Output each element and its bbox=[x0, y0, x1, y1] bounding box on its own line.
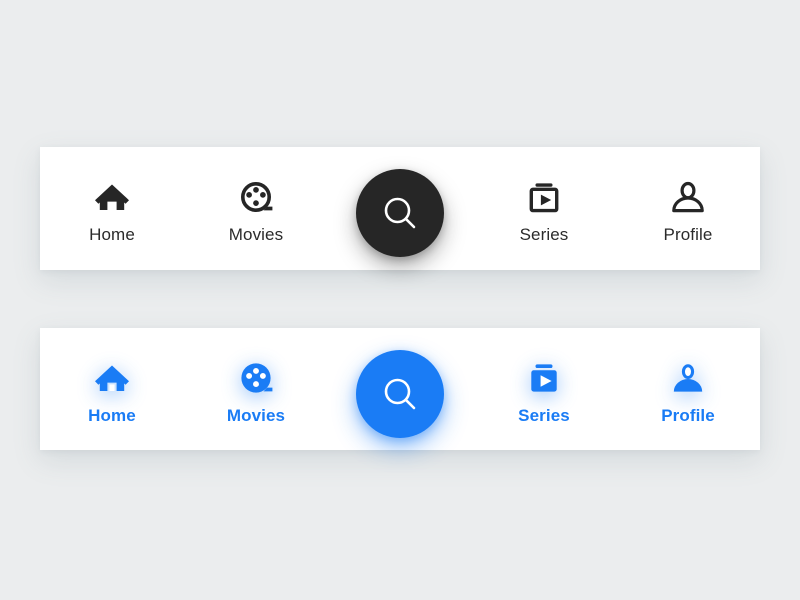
tab-label: Profile bbox=[661, 406, 715, 425]
search-button[interactable] bbox=[356, 169, 444, 257]
film-reel-icon bbox=[236, 177, 276, 217]
home-icon bbox=[92, 177, 132, 217]
search-icon bbox=[377, 371, 423, 417]
search-button[interactable] bbox=[356, 350, 444, 438]
tab-label: Home bbox=[89, 225, 135, 244]
tab-movies-dark[interactable]: Movies bbox=[184, 147, 328, 270]
tab-search-blue[interactable] bbox=[328, 328, 472, 450]
tab-label: Movies bbox=[226, 406, 286, 425]
tab-home-blue[interactable]: Home bbox=[40, 328, 184, 450]
tab-movies-blue[interactable]: Movies bbox=[184, 328, 328, 450]
tab-label: Series bbox=[518, 406, 570, 425]
tab-series-blue[interactable]: Series bbox=[472, 328, 616, 450]
tab-home-dark[interactable]: Home bbox=[40, 147, 184, 270]
search-icon bbox=[377, 190, 423, 236]
blue-tabbar: Home Movies Series Profile bbox=[40, 328, 760, 450]
film-reel-icon bbox=[236, 358, 276, 398]
series-icon bbox=[524, 177, 564, 217]
tab-series-dark[interactable]: Series bbox=[472, 147, 616, 270]
tab-profile-blue[interactable]: Profile bbox=[616, 328, 760, 450]
tab-label: Movies bbox=[228, 225, 284, 244]
canvas: Home Movies Series Profile Home Movies S… bbox=[0, 0, 800, 600]
dark-tabbar: Home Movies Series Profile bbox=[40, 147, 760, 270]
series-icon bbox=[524, 358, 564, 398]
tab-search-dark[interactable] bbox=[328, 147, 472, 270]
home-icon bbox=[92, 358, 132, 398]
tab-profile-dark[interactable]: Profile bbox=[616, 147, 760, 270]
profile-icon bbox=[668, 358, 708, 398]
tab-label: Home bbox=[88, 406, 136, 425]
tab-label: Series bbox=[519, 225, 569, 244]
tab-label: Profile bbox=[663, 225, 713, 244]
profile-icon bbox=[668, 177, 708, 217]
